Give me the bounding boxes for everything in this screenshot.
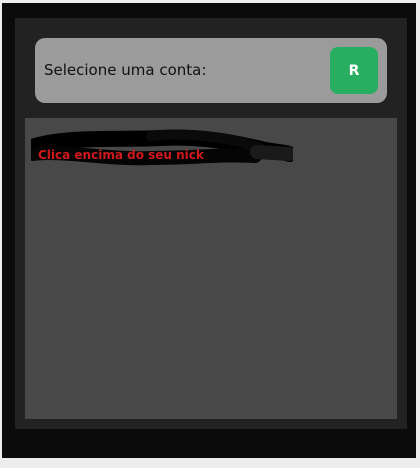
main-panel: Selecione uma conta: R Clica encima do s… bbox=[15, 18, 407, 429]
refresh-button[interactable]: R bbox=[330, 47, 378, 94]
account-list-hint: Clica encima do seu nick bbox=[38, 148, 204, 162]
app-window: Selecione uma conta: R Clica encima do s… bbox=[2, 3, 416, 458]
account-select-label: Selecione uma conta: bbox=[44, 61, 207, 79]
account-selector-bar: Selecione uma conta: R bbox=[35, 38, 387, 103]
account-list: Clica encima do seu nick bbox=[25, 118, 397, 419]
